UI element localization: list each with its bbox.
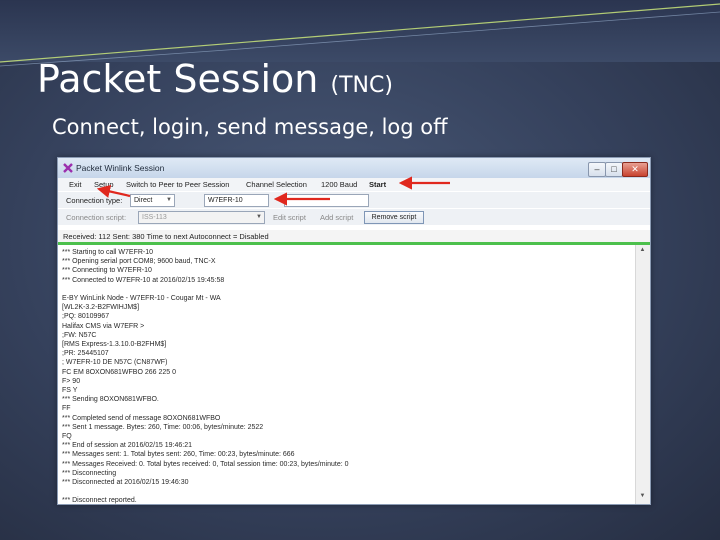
menu-channel-selection[interactable]: Channel Selection <box>246 180 307 189</box>
menu-switch-peer-to-peer[interactable]: Switch to Peer to Peer Session <box>126 180 229 189</box>
log-scrollbar[interactable]: ▲ ▼ <box>635 245 650 504</box>
menu-exit[interactable]: Exit <box>69 180 82 189</box>
remove-script-button[interactable]: Remove script <box>364 211 424 224</box>
scroll-down-icon[interactable]: ▼ <box>638 493 647 502</box>
scroll-up-icon[interactable]: ▲ <box>638 247 647 256</box>
slide-title-main: Packet Session <box>37 57 319 101</box>
connection-script-value: ISS-113 <box>142 214 167 221</box>
chevron-down-icon: ▼ <box>256 214 262 220</box>
menu-bar: Exit Setup Switch to Peer to Peer Sessio… <box>58 178 650 191</box>
log-line: *** Disconnected at 2016/02/15 19:46:30 <box>62 479 189 486</box>
log-line: *** Sent 1 message. Bytes: 260, Time: 00… <box>62 423 264 431</box>
window-titlebar[interactable]: Packet Winlink Session – □ ✕ <box>58 158 650 178</box>
callsign-input[interactable]: W7EFR-10 <box>204 194 269 207</box>
log-line: *** Sending 8OXON681WFBO. <box>62 396 159 404</box>
edit-script-button[interactable]: Edit script <box>273 213 306 222</box>
close-button[interactable]: ✕ <box>622 162 648 177</box>
connection-type-row: Connection type: Direct ▼ W7EFR-10 <box>58 192 650 208</box>
connection-script-label: Connection script: <box>66 213 127 222</box>
app-window: Packet Winlink Session – □ ✕ Exit Setup … <box>57 157 651 505</box>
menu-setup[interactable]: Setup <box>94 180 114 189</box>
callsign-value: W7EFR-10 <box>208 197 243 204</box>
minimize-button[interactable]: – <box>588 162 606 177</box>
winlink-app-icon <box>63 163 73 173</box>
connection-script-select[interactable]: ISS-113 ▼ <box>138 211 265 224</box>
slide-title: Packet Session (TNC) <box>37 56 393 109</box>
log-line: *** Connected to W7EFR-10 at 2016/02/15 … <box>62 276 225 284</box>
maximize-button[interactable]: □ <box>605 162 623 177</box>
menu-baud-rate[interactable]: 1200 Baud <box>321 180 357 189</box>
add-script-button[interactable]: Add script <box>320 213 353 222</box>
slide-subtitle: Connect, login, send message, log off <box>52 115 448 139</box>
log-line: *** Disconnect reported. <box>62 497 137 505</box>
connection-script-row: Connection script: ISS-113 ▼ Edit script… <box>58 209 650 225</box>
connection-type-value: Direct <box>134 197 153 204</box>
session-log[interactable]: *** Starting to call W7EFR-10 *** Opening… <box>58 245 635 504</box>
menu-start[interactable]: Start <box>369 180 386 189</box>
extra-field-input[interactable] <box>284 194 369 207</box>
status-text: Received: 112 Sent: 380 Time to next Aut… <box>63 232 269 241</box>
slide-title-suffix: (TNC) <box>330 73 393 98</box>
status-bar: Received: 112 Sent: 380 Time to next Aut… <box>58 230 650 245</box>
window-title: Packet Winlink Session <box>76 163 165 173</box>
connection-type-label: Connection type: <box>66 196 123 205</box>
connection-type-select[interactable]: Direct ▼ <box>130 194 175 207</box>
chevron-down-icon: ▼ <box>166 197 172 203</box>
